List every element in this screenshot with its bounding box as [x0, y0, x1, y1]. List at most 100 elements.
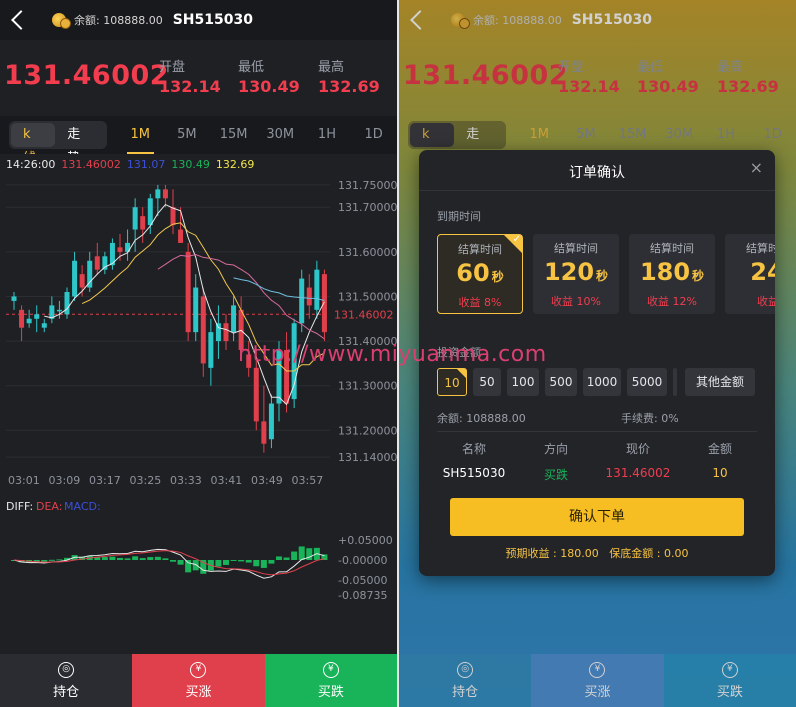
- candle: [11, 296, 17, 301]
- tab-30m[interactable]: 30M: [257, 116, 304, 154]
- amount-10[interactable]: 10: [437, 368, 467, 396]
- candle: [94, 256, 100, 270]
- macd-bar: [268, 560, 275, 564]
- time-axis-label: 03:57: [292, 474, 324, 487]
- amount-100[interactable]: 100: [507, 368, 539, 396]
- macd-bar: [185, 560, 192, 573]
- coins-icon: [52, 13, 71, 29]
- macd-bar: [253, 560, 260, 567]
- amount-options: 10 50 100 500 1000 5000 其他金额: [437, 368, 775, 398]
- amount-50[interactable]: 50: [473, 368, 501, 396]
- top-bar: 余额: 108888.00 SH515030: [0, 0, 397, 40]
- macd-bar: [192, 560, 199, 571]
- kline-chart[interactable]: 14:26:00 131.46002 131.07 130.49 132.69 131.…: [0, 154, 397, 654]
- macd-bar: [101, 557, 108, 560]
- time-axis-label: 03:09: [49, 474, 81, 487]
- macd-bar: [260, 560, 267, 568]
- macd-bar: [291, 551, 298, 560]
- macd-bar: [56, 559, 63, 561]
- time-axis-label: 03:01: [8, 474, 40, 487]
- back-arrow-icon[interactable]: [11, 10, 31, 30]
- macd-bar: [147, 557, 154, 560]
- macd-bar: [283, 557, 290, 560]
- open-price: 开盘 132.14: [159, 60, 221, 96]
- close-icon[interactable]: ×: [750, 158, 763, 177]
- tab-1m[interactable]: 1M: [117, 116, 164, 154]
- time-axis-label: 03:17: [89, 474, 121, 487]
- macd-bar: [177, 560, 184, 565]
- tab-1d[interactable]: 1D: [350, 116, 397, 154]
- macd-bar: [230, 560, 237, 561]
- macd-bar: [48, 559, 55, 561]
- other-amount-button[interactable]: 其他金额: [685, 368, 755, 396]
- macd-axis-label: +0.05000: [338, 534, 393, 547]
- time-axis-label: 03:33: [170, 474, 202, 487]
- macd-bar: [276, 556, 282, 560]
- candle: [132, 207, 138, 230]
- macd-bar: [170, 560, 176, 562]
- candle: [41, 323, 47, 328]
- candle: [185, 251, 191, 333]
- symbol-title: SH515030: [172, 12, 253, 28]
- trade-bar: ◎ 持仓 ¥ 买涨 ¥ 买跌: [0, 654, 397, 707]
- time-axis-label: 03:49: [251, 474, 283, 487]
- current-price: 131.46002: [4, 60, 170, 91]
- macd-bar: [41, 560, 48, 562]
- macd-bar: [139, 558, 146, 560]
- macd-bar: [215, 560, 222, 567]
- tab-trend[interactable]: 走势: [55, 123, 105, 166]
- candle: [306, 287, 312, 306]
- macd-bar: [124, 558, 131, 560]
- high-price: 最高 132.69: [318, 60, 380, 96]
- candle: [56, 309, 62, 312]
- macd-bar: [132, 556, 139, 560]
- candle: [208, 332, 214, 368]
- candle: [178, 229, 184, 243]
- amount-5000[interactable]: 5000: [627, 368, 667, 396]
- buy-up-button[interactable]: ¥ 买涨: [132, 654, 265, 707]
- balance-label: 余额: 108888.00: [74, 14, 163, 27]
- tab-kline[interactable]: k线: [11, 123, 56, 166]
- expiry-card-more[interactable]: 结算时间 24 收益: [725, 234, 775, 314]
- expiry-card-180[interactable]: 结算时间 180 秒 收益 12%: [629, 234, 715, 314]
- tab-5m[interactable]: 5M: [164, 116, 211, 154]
- time-axis-label: 03:25: [130, 474, 162, 487]
- chart-tabs: k线 走势 1M 5M 15M 30M 1H 1D: [0, 116, 397, 166]
- expiry-label: 到期时间: [437, 210, 481, 223]
- price-axis-label: 131.30000: [338, 380, 397, 393]
- tab-15m[interactable]: 15M: [210, 116, 257, 154]
- candle: [215, 323, 221, 342]
- candle: [79, 274, 85, 288]
- price-axis-label: 131.20000: [338, 424, 397, 437]
- candle: [170, 207, 176, 226]
- candle: [193, 287, 199, 333]
- macd-legend: DEA:: [36, 500, 62, 513]
- yen-icon: ¥: [322, 661, 339, 678]
- buy-down-button[interactable]: ¥ 买跌: [264, 654, 397, 707]
- time-axis-label: 03:41: [211, 474, 243, 487]
- price-axis-label: 131.75000: [338, 179, 397, 192]
- expiry-card-120[interactable]: 结算时间 120 秒 收益 10%: [533, 234, 619, 314]
- price-axis-label: 131.46002: [334, 308, 394, 321]
- macd-axis-label: -0.05000: [338, 574, 387, 587]
- candle: [223, 323, 229, 342]
- candle: [34, 314, 40, 319]
- confirm-order-button[interactable]: 确认下单: [450, 498, 744, 536]
- candle: [117, 247, 123, 252]
- holdings-button[interactable]: ◎ 持仓: [0, 654, 133, 707]
- amount-500[interactable]: 500: [545, 368, 577, 396]
- tab-1h[interactable]: 1H: [304, 116, 351, 154]
- fee-info: 手续费: 0%: [621, 412, 679, 425]
- price-axis-label: 131.70000: [338, 201, 397, 214]
- amount-1000[interactable]: 1000: [583, 368, 621, 396]
- expiry-card-60[interactable]: 结算时间 60秒 收益 8%: [437, 234, 523, 314]
- chart-mode-toggle: k线 走势: [9, 121, 107, 166]
- macd-bar: [298, 546, 305, 560]
- moving-average-line: [44, 203, 325, 406]
- candle: [155, 189, 161, 199]
- candle: [253, 367, 259, 422]
- candle: [231, 305, 237, 333]
- price-summary: 131.46002 开盘 132.14 最低 130.49 最高 132.69: [0, 40, 397, 116]
- dialog-title: 订单确认: [569, 165, 625, 181]
- price-axis-label: 131.60000: [338, 246, 397, 259]
